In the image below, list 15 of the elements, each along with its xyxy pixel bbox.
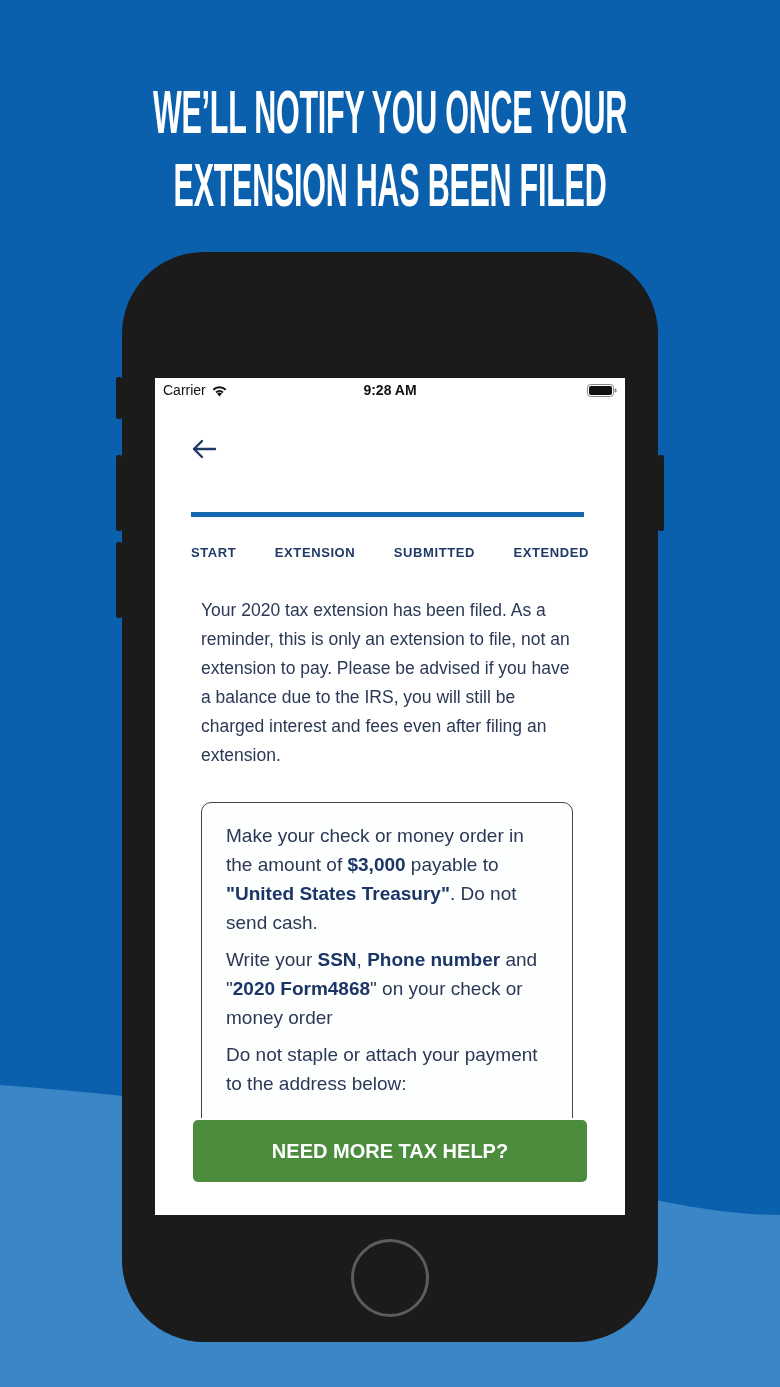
step-label: SUBMITTED <box>393 545 475 560</box>
payment-instruction: Write your SSN, Phone number and "2020 Form4868" on your check or money order <box>226 948 539 1030</box>
wifi-icon <box>210 383 228 397</box>
battery-icon <box>587 383 617 397</box>
carrier-label: Carrier <box>163 382 206 398</box>
payment-instruction: Do not staple or attach your payment to the address below: <box>226 1043 539 1096</box>
headline: WE’LL NOTIFY YOU ONCE YOUR EXTENSION HAS BEEN FILED <box>151 77 629 221</box>
tax-help-button[interactable]: NEED MORE TAX HELP? <box>193 1120 587 1182</box>
step-label: START <box>191 545 237 560</box>
step-label: EXTENSION <box>274 545 356 560</box>
home-button[interactable] <box>351 1239 429 1317</box>
status-time: 9:28 AM <box>363 382 417 398</box>
filed-message: Your 2020 tax extension has been filed. As a reminder, this is only an extension to file, not an extension to pay. Please be advised if you have a balance due to the IRS, you will still be charged interest and fees even after filing an extension. <box>201 599 571 767</box>
step-label: EXTENDED <box>513 545 589 560</box>
payment-instruction: Make your check or money order in the amount of $3,000 payable to "United States Treasury". Do not send cash. <box>226 824 525 935</box>
